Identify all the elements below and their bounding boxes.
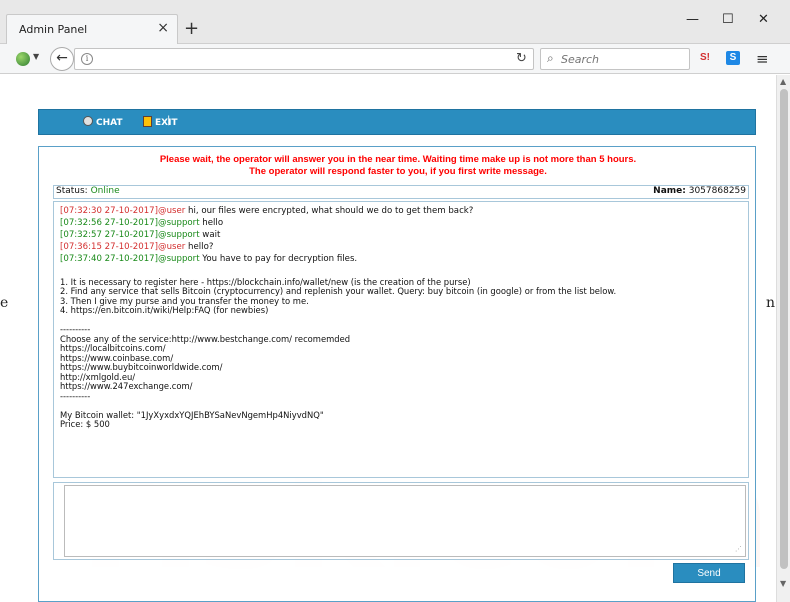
message-text: You have to pay for decryption files. (199, 254, 358, 264)
hamburger-menu-icon[interactable]: ≡ (756, 50, 769, 68)
status-row: Status: Online Name: 3057868259 (53, 185, 749, 199)
name-value: 3057868259 (688, 186, 746, 196)
back-button[interactable]: ← (50, 47, 74, 71)
chat-message: [07:32:57 27-10-2017]@support wait (60, 229, 742, 241)
top-nav-bar: CHAT | EXIT (38, 109, 756, 135)
chat-message: [07:37:40 27-10-2017]@support You have t… (60, 253, 742, 265)
search-icon: ⌕ (547, 51, 554, 65)
exit-label: EXIT (155, 118, 178, 128)
message-body-line: 4. https://en.bitcoin.it/wiki/Help:FAQ (… (60, 305, 269, 315)
message-text: hello? (185, 242, 214, 252)
message-body: 1. It is necessary to register here - ht… (60, 268, 742, 430)
edge-glyph-right: n (766, 295, 776, 311)
status-value: Online (90, 186, 120, 196)
info-icon[interactable]: i (81, 53, 93, 65)
new-tab-button[interactable]: + (184, 18, 199, 39)
exit-door-icon (143, 116, 152, 127)
message-body-line: My Bitcoin wallet: "1JyXyxdxYQJEhBYSaNev… (60, 409, 324, 420)
notice-line-1: Please wait, the operator will answer yo… (159, 154, 637, 165)
message-sender: [07:32:30 27-10-2017]@user (60, 206, 186, 216)
scroll-down-icon[interactable]: ▼ (780, 579, 786, 588)
chat-message: [07:36:15 27-10-2017]@user hello? (60, 241, 742, 253)
scroll-thumb[interactable] (780, 89, 788, 569)
message-input-container: ⋰ (53, 482, 749, 560)
message-text: hello (199, 218, 224, 228)
message-sender: [07:32:57 27-10-2017]@support (60, 230, 200, 240)
chevron-down-icon[interactable]: ▼ (33, 52, 39, 61)
message-body-line: ---------- (60, 390, 91, 401)
title-bar: Admin Panel × + — ☐ ✕ (0, 0, 790, 44)
maximize-button[interactable]: ☐ (722, 12, 734, 27)
send-button[interactable]: Send (673, 563, 745, 583)
tab-title: Admin Panel (19, 23, 88, 36)
message-sender: [07:36:15 27-10-2017]@user (60, 242, 186, 252)
exit-link[interactable]: EXIT (143, 116, 178, 128)
chat-panel: Please wait, the operator will answer yo… (38, 146, 756, 602)
message-input[interactable] (64, 485, 746, 557)
name-field: Name: 3057868259 (653, 186, 746, 196)
message-body-line: https://www.247exchange.com/ (60, 381, 193, 391)
status-label: Status: Online (56, 186, 120, 196)
addon-globe-icon[interactable] (16, 52, 30, 66)
browser-tab[interactable]: Admin Panel × (6, 14, 178, 44)
message-text: hi, our files were encrypted, what shoul… (185, 206, 474, 216)
close-window-button[interactable]: ✕ (758, 12, 769, 27)
notice-line-2: The operator will respond faster to you,… (249, 166, 547, 177)
scroll-up-icon[interactable]: ▲ (780, 77, 786, 86)
chat-message: [07:32:30 27-10-2017]@user hi, our files… (60, 205, 742, 217)
page-viewport: PC risk.com CHAT | EXIT Please wait, the… (0, 75, 776, 602)
reload-icon[interactable]: ↻ (516, 51, 527, 66)
nav-bar: ▼ ← i ↻ ⌕ S! S ≡ (0, 44, 790, 74)
message-body-line: https://www.buybitcoinworldwide.com/ (60, 362, 223, 372)
edge-glyph-left: e (0, 295, 9, 311)
skype-extension-icon[interactable]: S (726, 51, 740, 65)
message-sender: [07:32:56 27-10-2017]@support (60, 218, 200, 228)
chat-label: CHAT (96, 118, 123, 128)
status-label-text: Status: (56, 186, 88, 196)
message-text: wait (199, 230, 221, 240)
resize-grip-icon[interactable]: ⋰ (735, 545, 742, 553)
message-body-line: Price: $ 500 (60, 419, 110, 429)
url-bar[interactable]: i (74, 48, 534, 70)
search-bar[interactable]: ⌕ (540, 48, 690, 70)
search-input[interactable] (561, 50, 681, 68)
chat-message: [07:32:56 27-10-2017]@support hello (60, 217, 742, 229)
message-list: [07:32:30 27-10-2017]@user hi, our files… (60, 205, 742, 265)
chat-link[interactable]: CHAT (83, 116, 123, 128)
message-body-line (60, 316, 742, 326)
message-sender: [07:37:40 27-10-2017]@support (60, 254, 200, 264)
extension-icon[interactable]: S! (700, 52, 716, 66)
name-label: Name: (653, 186, 686, 196)
page-scrollbar[interactable]: ▲ ▼ (776, 75, 790, 602)
chat-log[interactable]: [07:32:30 27-10-2017]@user hi, our files… (53, 201, 749, 478)
minimize-button[interactable]: — (686, 12, 699, 27)
chat-icon (83, 116, 93, 126)
tab-close-icon[interactable]: × (157, 20, 169, 36)
